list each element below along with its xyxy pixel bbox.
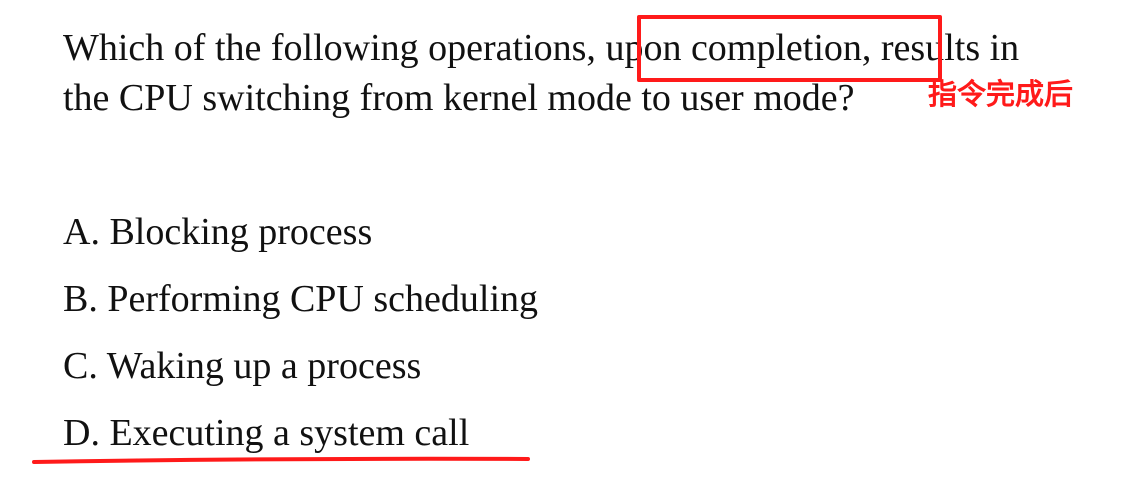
option-b: B. Performing CPU scheduling [63,277,538,321]
option-c: C. Waking up a process [63,344,421,388]
answer-underline [32,456,530,464]
option-d-letter: D. [63,412,100,454]
option-a: A. Blocking process [63,210,372,254]
question-line-2: the CPU switching from kernel mode to us… [63,76,855,120]
highlight-box [637,15,942,82]
option-a-letter: A. [63,211,100,253]
option-c-letter: C. [63,345,98,387]
option-d-text: Executing a system call [109,412,470,454]
annotation-note: 指令完成后 [928,77,1074,111]
option-a-text: Blocking process [109,211,373,253]
question-text-start: Which of the following operations, [63,27,596,69]
option-b-letter: B. [63,278,98,320]
option-d: D. Executing a system call [63,411,469,455]
option-c-text: Waking up a process [106,345,422,387]
option-b-text: Performing CPU scheduling [107,278,538,320]
question-text-line2: the CPU switching from kernel mode to us… [63,77,855,119]
